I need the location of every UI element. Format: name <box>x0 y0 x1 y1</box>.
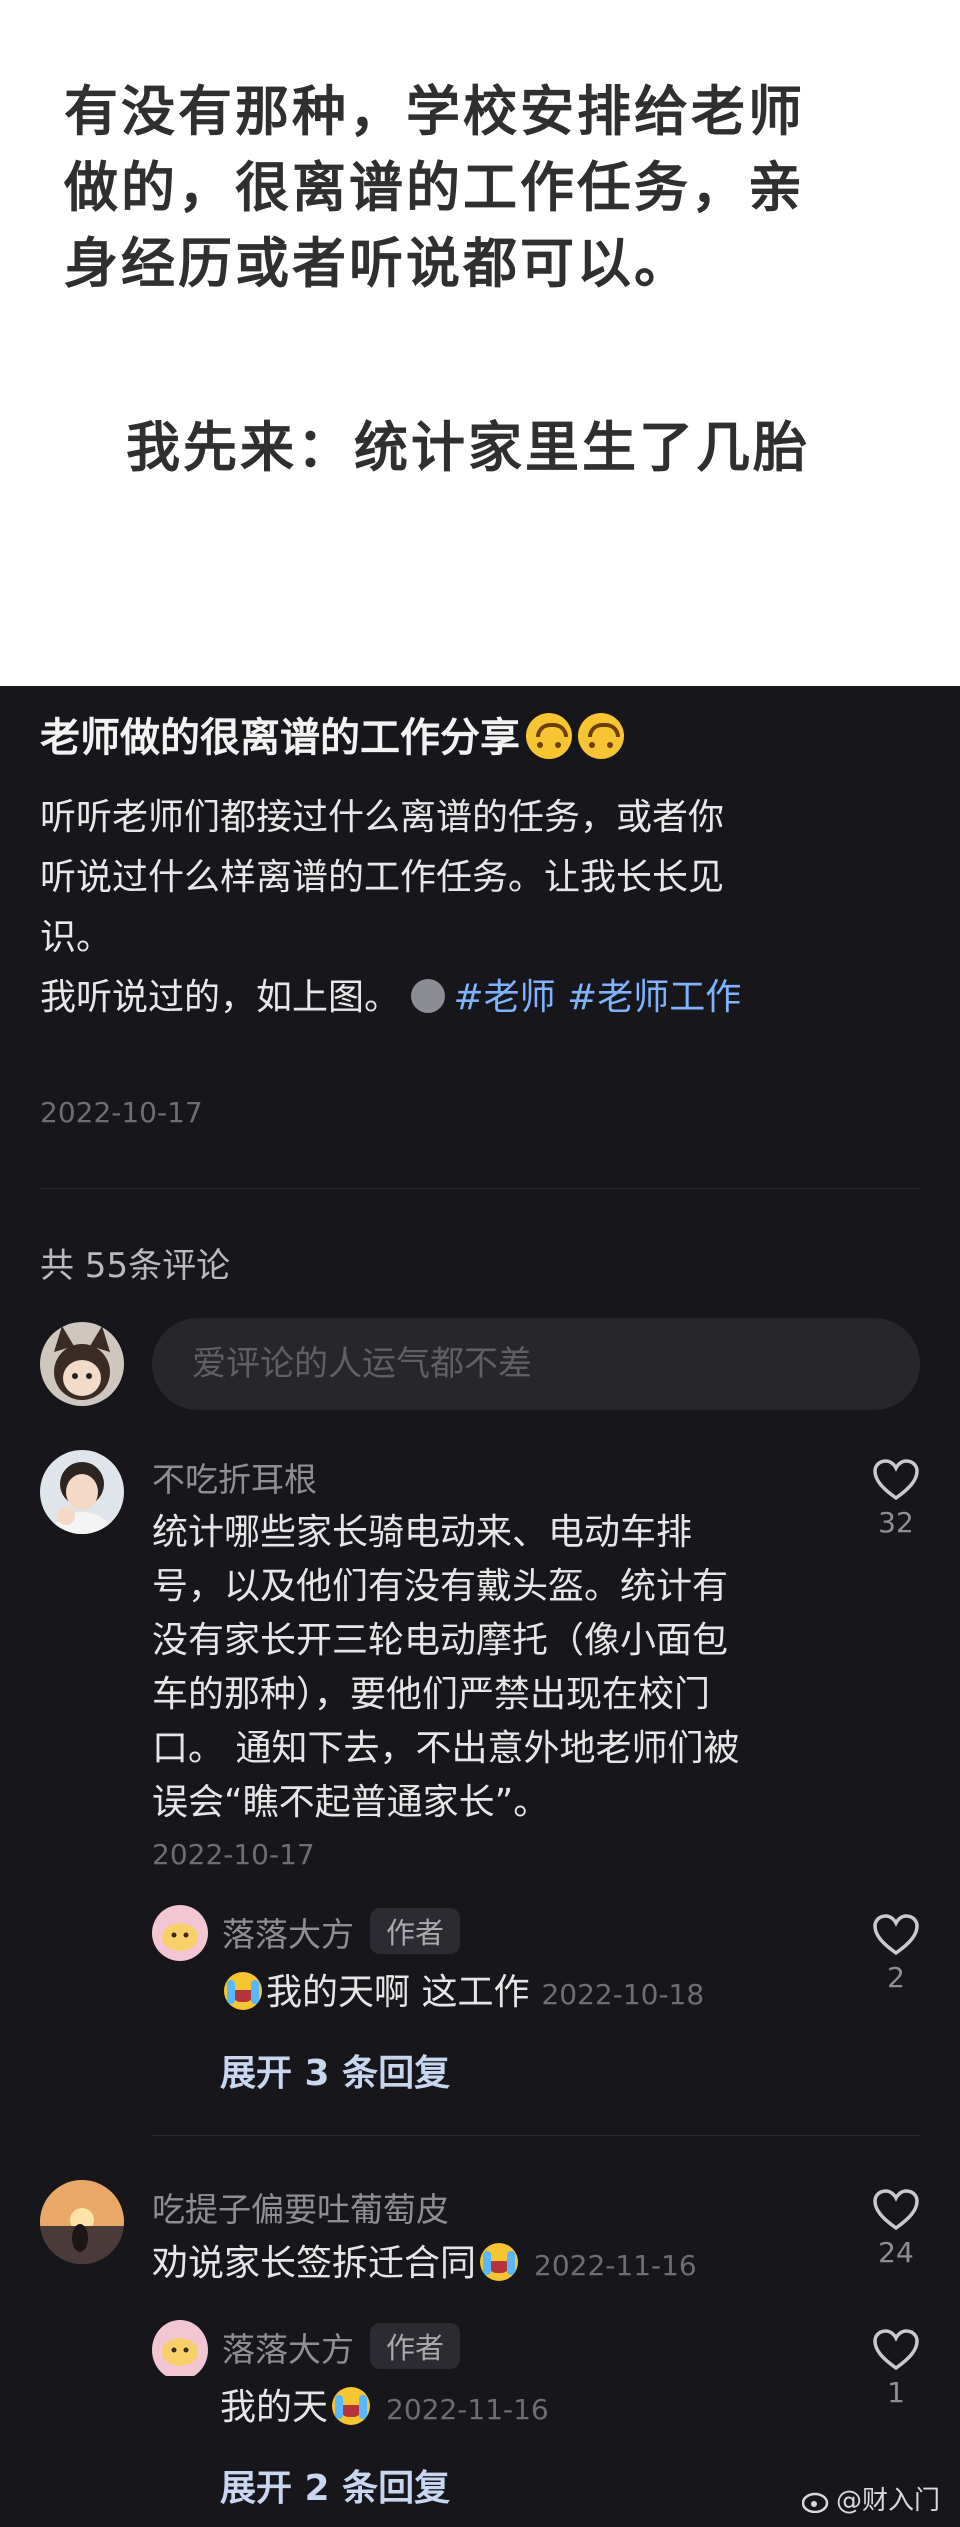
like-button[interactable]: 32 <box>866 1458 926 1539</box>
comment-text-line: 口。 通知下去，不出意外地老师们被 <box>152 1728 740 1769</box>
ghost-face-icon <box>411 979 446 1013</box>
comment-input[interactable] <box>152 1318 920 1410</box>
watermark-text: @财入门 <box>835 2486 940 2516</box>
author-badge: 作者 <box>370 2323 461 2369</box>
post-body-line-3: 识。 <box>40 917 113 958</box>
like-count: 2 <box>887 1961 905 1994</box>
commenter-name[interactable]: 吃提子偏要吐葡萄皮 <box>152 2183 449 2231</box>
loudly-crying-emoji-icon <box>224 1972 262 2010</box>
post-date: 2022-10-17 <box>40 1096 203 1129</box>
comment-count: 共 55条评论 <box>40 1246 231 1286</box>
author-avatar[interactable] <box>152 2320 208 2380</box>
question-answer-line: 我先来：统计家里生了几胎 <box>126 416 810 479</box>
like-button[interactable]: 1 <box>866 2328 926 2409</box>
post-body-line-1: 听听老师们都接过什么离谱的任务，或者你 <box>40 797 725 838</box>
commenter-avatar[interactable] <box>40 2180 124 2264</box>
author-avatar[interactable] <box>152 1905 208 1961</box>
heart-outline-icon <box>873 2189 919 2231</box>
heart-outline-icon <box>873 1459 919 1501</box>
hashtag-link[interactable]: #老师工作 <box>567 977 741 1018</box>
question-image: 有没有那种，学校安排给老师 做的，很离谱的工作任务，亲 身经历或者听说都可以。 … <box>0 0 960 686</box>
reply-text-row: 我的天啊 这工作 2022-10-18 <box>220 1966 704 2022</box>
post-body-text: 我听说过的，如上图。 <box>40 977 401 1018</box>
comment-text-line: 没有家长开三轮电动摩托（像小面包 <box>152 1620 729 1661</box>
like-count: 1 <box>887 2376 905 2409</box>
reply-author-name[interactable]: 落落大方 <box>222 1915 354 1954</box>
like-button[interactable]: 24 <box>866 2188 926 2269</box>
comment-text-line: 误会“瞧不起普通家长”。 <box>152 1782 550 1823</box>
comment-date: 2022-10-17 <box>152 1838 315 1871</box>
like-button[interactable]: 2 <box>866 1913 926 1994</box>
expand-replies-button[interactable]: 展开 3 条回复 <box>220 2044 450 2096</box>
question-line-2: 做的，很离谱的工作任务，亲 <box>64 156 805 219</box>
heart-outline-icon <box>873 2329 919 2371</box>
reply-author-name[interactable]: 落落大方 <box>222 2330 354 2369</box>
like-count: 32 <box>878 1506 914 1539</box>
expand-replies-button[interactable]: 展开 2 条回复 <box>220 2459 450 2511</box>
post-title: 老师做的很离谱的工作分享 <box>40 710 624 766</box>
commenter-avatar[interactable] <box>40 1450 124 1534</box>
watermark: @财入门 <box>801 2480 940 2517</box>
question-line-3: 身经历或者听说都可以。 <box>64 232 691 295</box>
post-body-line-2: 听说过什么样离谱的工作任务。让我长长见 <box>40 857 725 898</box>
loudly-crying-emoji-icon <box>332 2387 371 2425</box>
divider <box>152 2135 920 2136</box>
comment-text-line: 车的那种），要他们严禁出现在校门 <box>152 1674 711 1715</box>
divider <box>40 1188 920 1189</box>
reply-date: 2022-11-16 <box>386 2393 549 2426</box>
upside-down-face-icon <box>526 713 572 759</box>
like-count: 24 <box>878 2236 914 2269</box>
reply-author-row: 落落大方 作者 <box>222 1908 461 1956</box>
comment-text: 劝说家长签拆迁合同 <box>152 2243 477 2284</box>
comment-text-row: 劝说家长签拆迁合同 2022-11-16 <box>152 2237 697 2293</box>
reply-text-row: 我的天 2022-11-16 <box>220 2381 549 2437</box>
reply-text: 我的天啊 这工作 <box>266 1972 530 2013</box>
upside-down-face-icon <box>578 713 624 759</box>
loudly-crying-emoji-icon <box>480 2243 519 2281</box>
reply-author-row: 落落大方 作者 <box>222 2323 461 2371</box>
heart-outline-icon <box>873 1914 919 1956</box>
post-title-text: 老师做的很离谱的工作分享 <box>40 715 520 761</box>
commenter-name[interactable]: 不吃折耳根 <box>152 1453 317 1501</box>
author-badge: 作者 <box>370 1908 461 1954</box>
comment-date: 2022-11-16 <box>534 2249 697 2282</box>
comment-text-line: 号，以及他们有没有戴头盔。统计有 <box>152 1566 729 1607</box>
comment-text-line: 统计哪些家长骑电动来、电动车排 <box>152 1512 693 1553</box>
reply-text: 我的天 <box>220 2387 329 2428</box>
current-user-avatar[interactable] <box>40 1322 124 1406</box>
post-body-line-4: 我听说过的，如上图。 #老师 #老师工作 <box>40 968 741 1028</box>
question-line-1: 有没有那种，学校安排给老师 <box>64 80 805 143</box>
weibo-logo-icon <box>801 2492 829 2514</box>
reply-date: 2022-10-18 <box>541 1978 705 2011</box>
hashtag-link[interactable]: #老师 <box>453 977 555 1018</box>
